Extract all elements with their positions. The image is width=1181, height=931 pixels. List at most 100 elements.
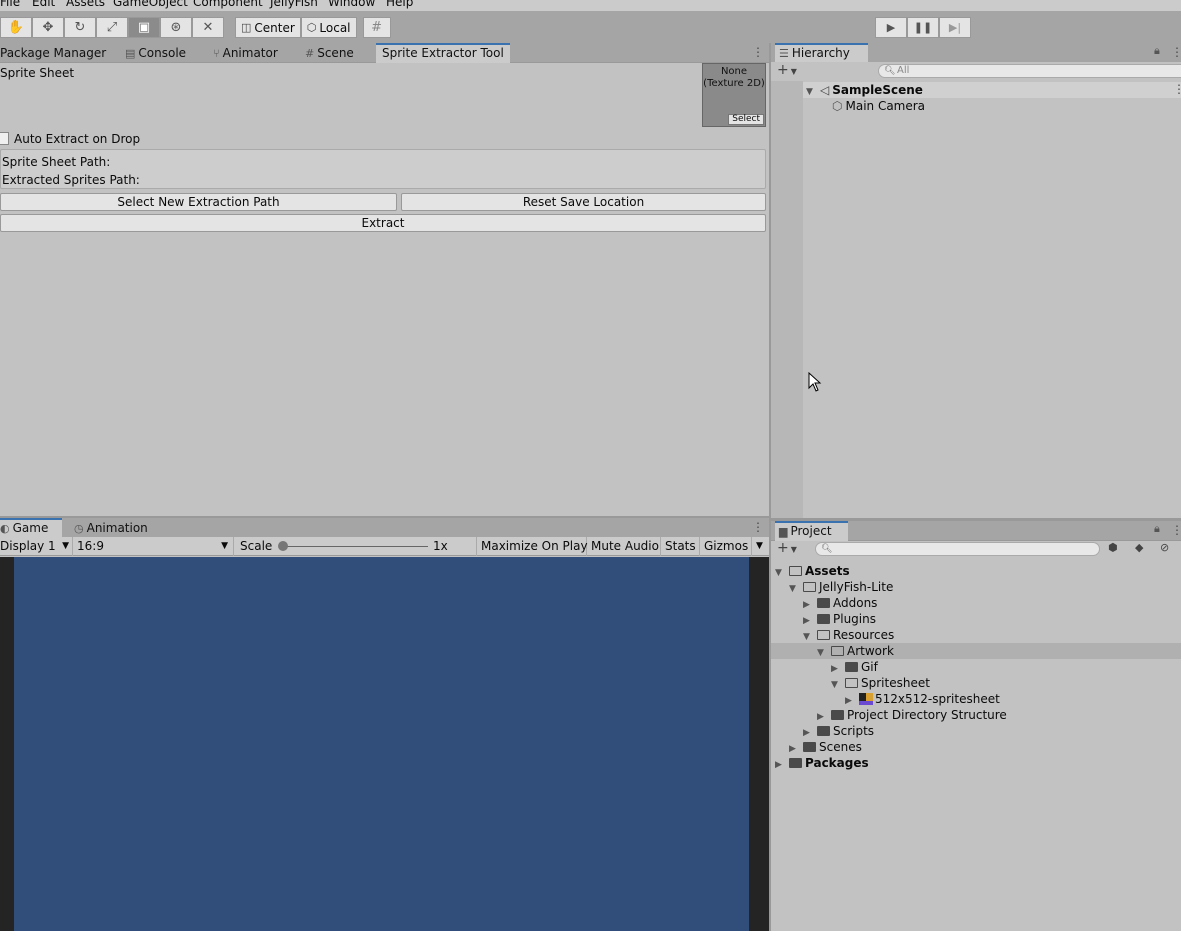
texture-field[interactable]: None (Texture 2D) Select (702, 63, 766, 127)
tree-resources[interactable]: ▼ Resources (803, 627, 894, 643)
pause-icon[interactable]: ❚❚ (907, 17, 939, 38)
scene-kebab-icon[interactable]: ⋮ (1173, 82, 1181, 96)
mute-audio-toggle[interactable]: Mute Audio (587, 537, 661, 556)
tree-gif[interactable]: ▶ Gif (831, 659, 878, 675)
tree-spritesheet[interactable]: ▼ Spritesheet (831, 675, 930, 691)
tree-scripts[interactable]: ▶ Scripts (803, 723, 874, 739)
scale-icon[interactable]: ⤢ (96, 17, 128, 38)
chevron-down-icon: ▼ (790, 67, 797, 76)
scale-slider-track[interactable] (284, 546, 428, 547)
hierarchy-search-input[interactable]: 🔍︎ All (878, 64, 1181, 78)
tree-addons[interactable]: ▶ Addons (803, 595, 877, 611)
tree-packages[interactable]: ▶ Packages (775, 755, 869, 771)
hierarchy-kebab-icon[interactable]: ⋮ (1171, 45, 1181, 59)
grid-snap-icon[interactable]: # (362, 17, 391, 38)
folder-icon (817, 598, 830, 608)
auto-extract-checkbox[interactable] (0, 132, 9, 145)
unity-scene-icon: ◁ (820, 83, 830, 97)
expand-arrow-icon[interactable]: ▼ (831, 677, 845, 693)
menu-jellyfish[interactable]: JellyFish (270, 0, 318, 9)
rotate-icon[interactable]: ↻ (64, 17, 96, 38)
project-kebab-icon[interactable]: ⋮ (1171, 523, 1181, 537)
tree-project-directory-structure[interactable]: ▶ Project Directory Structure (817, 707, 1007, 723)
expand-arrow-icon[interactable]: ▼ (803, 629, 817, 645)
reset-save-location-button[interactable]: Reset Save Location (401, 193, 766, 211)
transform-tools: ✋ ✥ ↻ ⤢ ▣ ⊛ ✕ (0, 17, 224, 38)
play-controls: ▶ ❚❚ ▶| (875, 17, 971, 38)
tree-assets[interactable]: ▼ Assets (775, 563, 850, 579)
expand-arrow-icon[interactable]: ▼ (789, 581, 803, 597)
project-search-input[interactable]: 🔍︎ (815, 542, 1100, 556)
tree-spritesheet-asset[interactable]: ▶ 512x512-spritesheet (845, 691, 1000, 707)
expand-arrow-icon[interactable]: ▼ (775, 565, 789, 581)
texture-field-value: None (Texture 2D) (703, 66, 765, 89)
gizmos-toggle[interactable]: Gizmos (700, 537, 752, 556)
menu-file[interactable]: File (0, 0, 20, 9)
step-icon[interactable]: ▶| (939, 17, 971, 38)
gizmos-dropdown-icon[interactable]: ▼ (752, 537, 769, 556)
tab-package-manager[interactable]: Package Manager (0, 43, 110, 63)
menu-edit[interactable]: Edit (32, 0, 55, 9)
custom-tool-icon[interactable]: ✕ (192, 17, 224, 38)
space-local-button[interactable]: ⬡ Local (300, 17, 357, 38)
list-icon: ☰ (779, 47, 789, 60)
folder-open-icon (817, 630, 830, 640)
expand-arrow-icon[interactable]: ▼ (806, 84, 820, 100)
select-path-button[interactable]: Select New Extraction Path (0, 193, 397, 211)
hierarchy-tabbar: ☰ Hierarchy 🔒︎ ⋮ (771, 43, 1181, 63)
filter-by-type-icon[interactable]: ⬢ (1108, 541, 1118, 554)
tree-scenes[interactable]: ▶ Scenes (789, 739, 862, 755)
tab-console[interactable]: ▤ Console (121, 43, 190, 63)
add-icon[interactable]: + ▼ (777, 62, 797, 78)
tree-plugins[interactable]: ▶ Plugins (803, 611, 876, 627)
scale-slider-thumb[interactable] (278, 541, 288, 551)
menu-bar: File Edit Assets GameObject Component Je… (0, 0, 1181, 11)
filter-by-label-icon[interactable]: ◆ (1135, 541, 1143, 554)
sprite-texture-icon (859, 693, 873, 705)
folder-open-icon (831, 646, 844, 656)
expand-arrow-icon[interactable]: ▶ (775, 757, 789, 773)
hidden-packages-icon[interactable]: ⊘ (1160, 541, 1169, 554)
hierarchy-scene[interactable]: ▼ ◁ SampleScene (806, 82, 923, 98)
stats-toggle[interactable]: Stats (661, 537, 700, 556)
hierarchy-item-main-camera[interactable]: ⬡ Main Camera (832, 98, 925, 114)
game-kebab-menu-icon[interactable]: ⋮ (752, 520, 764, 534)
rect-tool-icon[interactable]: ▣ (128, 17, 160, 38)
lock-icon[interactable]: 🔒︎ (1154, 44, 1160, 58)
texture-select-button[interactable]: Select (728, 114, 764, 125)
menu-assets[interactable]: Assets (66, 0, 105, 9)
folder-icon (789, 758, 802, 768)
aspect-dropdown[interactable]: 16:9 ▼ (73, 537, 234, 556)
kebab-menu-icon[interactable]: ⋮ (752, 45, 764, 59)
tab-animation[interactable]: ◷ Animation (70, 518, 152, 538)
extracted-path-label: Extracted Sprites Path: (2, 173, 140, 187)
hand-icon[interactable]: ✋ (0, 17, 32, 38)
tab-hierarchy[interactable]: ☰ Hierarchy (775, 43, 868, 63)
play-icon[interactable]: ▶ (875, 17, 907, 38)
menu-gameobject[interactable]: GameObject (113, 0, 188, 9)
tree-jellyfish-lite[interactable]: ▼ JellyFish-Lite (789, 579, 893, 595)
move-icon[interactable]: ✥ (32, 17, 64, 38)
pivot-center-button[interactable]: ◫ Center (235, 17, 301, 38)
lock-icon[interactable]: 🔒︎ (1154, 522, 1160, 536)
tab-scene[interactable]: # Scene (301, 43, 358, 63)
menu-component[interactable]: Component (193, 0, 263, 9)
menu-help[interactable]: Help (386, 0, 413, 9)
tree-artwork[interactable]: ▼ Artwork (817, 643, 894, 659)
tab-game[interactable]: ◐ Game (0, 518, 62, 538)
tab-sprite-extractor[interactable]: Sprite Extractor Tool (376, 43, 510, 63)
path-info-box: Sprite Sheet Path: Extracted Sprites Pat… (0, 149, 766, 189)
dropdown-arrow-icon: ▼ (221, 541, 228, 551)
transform-icon[interactable]: ⊛ (160, 17, 192, 38)
extract-button[interactable]: Extract (0, 214, 766, 232)
auto-extract-label: Auto Extract on Drop (14, 132, 141, 146)
maximize-on-play-toggle[interactable]: Maximize On Play (477, 537, 588, 556)
tab-project[interactable]: ▆ Project (775, 521, 848, 541)
tab-animator[interactable]: ⑂ Animator (209, 43, 282, 63)
menu-window[interactable]: Window (328, 0, 375, 9)
expand-arrow-icon[interactable]: ▼ (817, 645, 831, 661)
display-dropdown[interactable]: Display 1 ▼ (0, 537, 73, 556)
folder-icon (817, 614, 830, 624)
pivot-group: ◫ Center ⬡ Local # (235, 17, 391, 38)
create-add-icon[interactable]: + ▼ (777, 540, 797, 556)
